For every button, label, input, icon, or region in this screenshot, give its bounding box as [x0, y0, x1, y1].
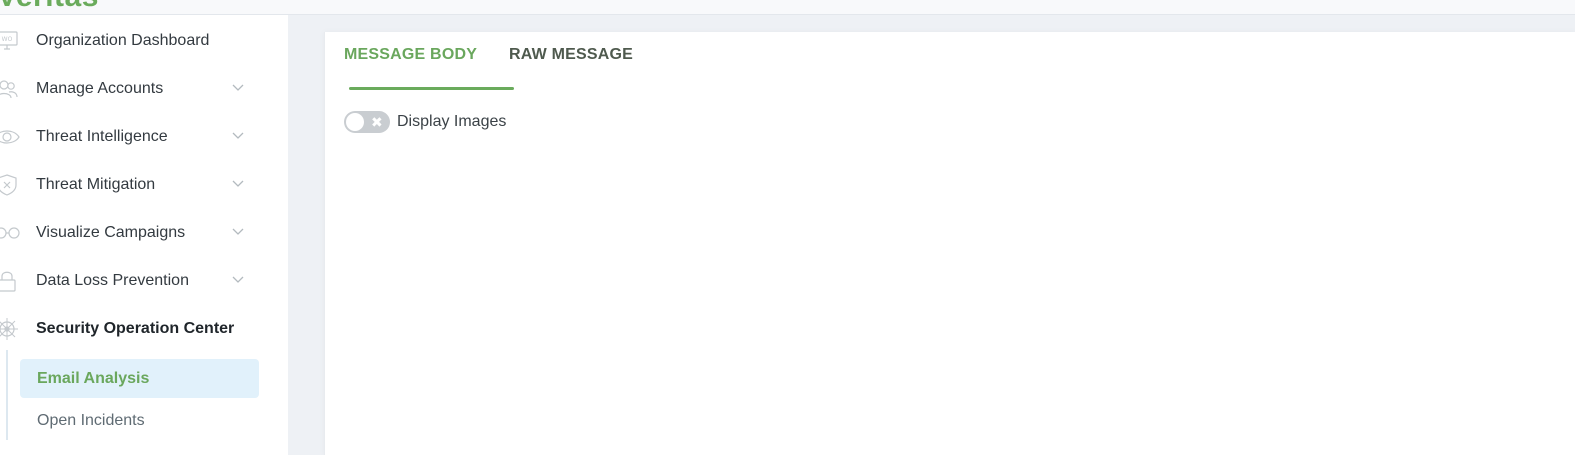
sidebar-item-data-loss-prevention[interactable]: Data Loss Prevention — [0, 261, 260, 301]
eye-icon — [0, 130, 20, 144]
sidebar-item-threat-mitigation[interactable]: Threat Mitigation — [0, 165, 260, 205]
glasses-icon — [0, 227, 20, 239]
message-panel: MESSAGE BODY RAW MESSAGE ✖ Display Image… — [324, 32, 1575, 455]
monitor-icon: WO — [0, 31, 18, 50]
svg-text:WO: WO — [2, 36, 13, 43]
top-header: Veritas — [0, 0, 1575, 15]
tab-raw-message[interactable]: RAW MESSAGE — [509, 46, 633, 64]
sidebar-item-manage-accounts[interactable]: Manage Accounts — [0, 69, 260, 109]
sidebar-item-label: Manage Accounts — [36, 80, 164, 97]
sidebar-item-label: Threat Intelligence — [36, 128, 168, 145]
active-tab-indicator — [349, 87, 514, 90]
subnav-divider — [6, 350, 8, 440]
sidebar-item-security-operation-center[interactable]: Security Operation Center — [0, 309, 260, 349]
chevron-down-icon — [232, 276, 244, 283]
lock-icon — [0, 271, 16, 292]
sidebar-item-label: Visualize Campaigns — [36, 224, 186, 241]
chevron-down-icon — [232, 132, 244, 139]
display-images-toggle[interactable]: ✖ — [344, 111, 390, 133]
sidebar-item-label: Security Operation Center — [36, 320, 235, 337]
close-icon: ✖ — [371, 114, 383, 130]
subnav-label-email-analysis[interactable]: Email Analysis — [37, 370, 149, 388]
toggle-knob — [346, 113, 364, 131]
ship-wheel-icon — [0, 318, 18, 340]
users-icon — [0, 80, 18, 99]
display-images-label: Display Images — [397, 113, 507, 130]
chevron-down-icon — [232, 228, 244, 235]
sidebar: WO Organization Dashboard Manage Account… — [0, 15, 288, 455]
shield-x-icon — [0, 174, 17, 196]
sidebar-item-label: Organization Dashboard — [36, 32, 210, 49]
chevron-down-icon — [232, 180, 244, 187]
chevron-down-icon — [232, 84, 244, 91]
sidebar-item-organization-dashboard[interactable]: WO Organization Dashboard — [0, 21, 260, 61]
sidebar-item-visualize-campaigns[interactable]: Visualize Campaigns — [0, 213, 260, 253]
sidebar-item-label: Threat Mitigation — [36, 176, 156, 193]
app-logo[interactable]: Veritas — [0, 0, 99, 14]
sidebar-item-label: Data Loss Prevention — [36, 272, 189, 289]
sidebar-item-threat-intelligence[interactable]: Threat Intelligence — [0, 117, 260, 157]
subnav-item-open-incidents[interactable]: Open Incidents — [37, 412, 145, 430]
tab-message-body[interactable]: MESSAGE BODY — [344, 46, 477, 64]
